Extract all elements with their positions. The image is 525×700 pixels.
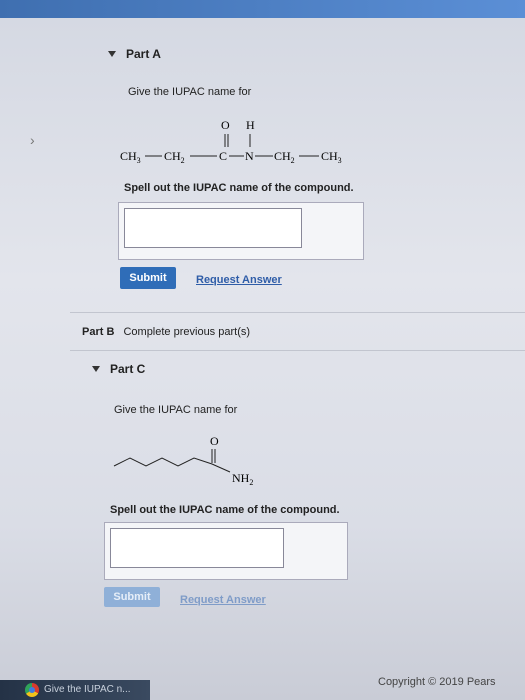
part-a-prompt: Give the IUPAC name for (128, 86, 252, 98)
browser-icon[interactable] (25, 683, 39, 697)
part-a-answer-input[interactable] (124, 208, 302, 248)
structure-o-c: O (210, 434, 219, 448)
svg-text:CH2: CH2 (164, 149, 185, 165)
top-bar (0, 0, 525, 18)
svg-text:CH3: CH3 (120, 149, 141, 165)
svg-text:CH3: CH3 (321, 149, 342, 165)
part-a-header[interactable]: Part A (108, 47, 161, 61)
part-a-request-answer-link[interactable]: Request Answer (196, 274, 282, 286)
part-c-instruction: Spell out the IUPAC name of the compound… (110, 504, 340, 516)
taskbar-tab-label[interactable]: Give the IUPAC n... (44, 684, 144, 695)
part-c-prompt: Give the IUPAC name for (114, 404, 238, 416)
part-c-submit-button[interactable]: Submit (104, 587, 160, 607)
part-b-label: Part B (82, 326, 115, 338)
part-c-header[interactable]: Part C (92, 362, 145, 376)
structure-h: H (246, 118, 255, 132)
caret-down-icon (108, 51, 116, 57)
part-a-structure: O H CH3 CH2 C N CH2 CH3 (120, 118, 342, 165)
structure-o: O (221, 118, 230, 132)
part-c-structure: O NH2 (113, 434, 253, 487)
svg-text:CH2: CH2 (274, 149, 295, 165)
section-divider-2 (70, 350, 525, 351)
copyright-text: Copyright © 2019 Pears (378, 676, 496, 688)
part-b-row: Part B Complete previous part(s) (82, 326, 250, 338)
section-divider-1 (70, 312, 525, 313)
svg-text:N: N (245, 149, 254, 163)
part-c-answer-input[interactable] (110, 528, 284, 568)
svg-text:NH2: NH2 (232, 471, 253, 487)
part-a-submit-button[interactable]: Submit (120, 267, 176, 289)
caret-down-icon (92, 366, 100, 372)
previous-arrow-icon[interactable]: › (30, 132, 35, 148)
part-c-title: Part C (110, 362, 146, 376)
part-a-title: Part A (126, 47, 161, 61)
part-a-instruction: Spell out the IUPAC name of the compound… (124, 182, 354, 194)
part-c-request-answer-link[interactable]: Request Answer (180, 594, 266, 606)
part-b-status: Complete previous part(s) (123, 326, 251, 338)
carbon-chain (113, 457, 231, 473)
svg-text:C: C (219, 149, 227, 163)
